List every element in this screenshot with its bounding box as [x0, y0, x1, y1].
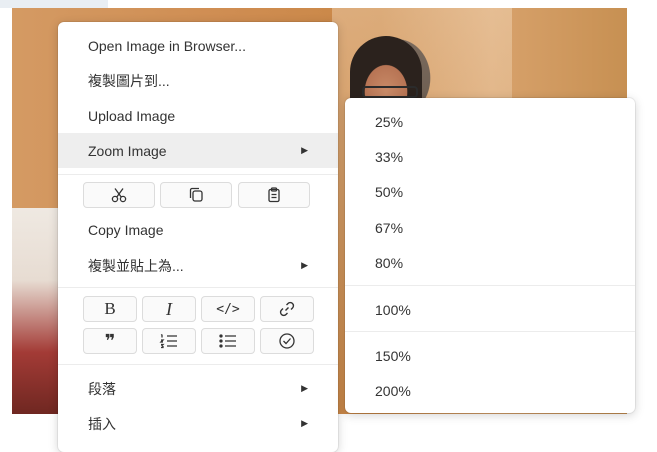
bold-button[interactable]: B [83, 296, 137, 322]
italic-icon: I [166, 298, 172, 319]
menu-separator [58, 174, 338, 175]
italic-button[interactable]: I [142, 296, 196, 322]
bullet-list-button[interactable] [201, 328, 255, 354]
menu-separator [58, 287, 338, 288]
zoom-option-label: 200% [375, 382, 411, 399]
zoom-option-label: 33% [375, 148, 404, 165]
copy-icon [189, 187, 203, 202]
menu-item-label: Open Image in Browser... [88, 37, 246, 54]
menu-item-label: Copy Image [88, 221, 164, 238]
submenu-arrow-icon: ▶ [301, 145, 308, 155]
check-circle-icon [279, 333, 295, 349]
scissors-icon [111, 188, 127, 203]
zoom-option-50[interactable]: 50% [345, 174, 635, 209]
quote-button[interactable]: ❞ [83, 328, 137, 354]
code-button[interactable]: </> [201, 296, 255, 322]
menu-item-copy-paste-as[interactable]: 複製並貼上為... ▶ [58, 248, 338, 283]
ordered-list-button[interactable] [142, 328, 196, 354]
menu-item-upload-image[interactable]: Upload Image [58, 98, 338, 133]
quote-icon: ❞ [104, 330, 116, 351]
task-list-button[interactable] [260, 328, 314, 354]
cut-button[interactable] [83, 182, 155, 208]
submenu-separator [345, 331, 635, 332]
menu-item-label: 段落 [88, 380, 116, 397]
editor-top-strip [0, 0, 108, 8]
menu-item-zoom-image[interactable]: Zoom Image ▶ [58, 133, 338, 168]
menu-item-copy-image[interactable]: Copy Image [58, 212, 338, 247]
zoom-option-label: 150% [375, 347, 411, 364]
context-menu: Open Image in Browser... 複製圖片到... Upload… [58, 22, 338, 452]
zoom-submenu: 25% 33% 50% 67% 80% 100% 150% 200% [345, 98, 635, 413]
zoom-option-80[interactable]: 80% [345, 245, 635, 280]
bold-icon: B [104, 299, 116, 318]
clipboard-paste-icon [268, 187, 280, 203]
menu-item-copy-image-to[interactable]: 複製圖片到... [58, 63, 338, 98]
menu-item-label: 複製圖片到... [88, 72, 170, 89]
menu-item-label: 插入 [88, 415, 116, 432]
bullet-list-icon [219, 334, 236, 348]
zoom-option-67[interactable]: 67% [345, 210, 635, 245]
zoom-option-label: 67% [375, 219, 404, 236]
menu-item-open-image-in-browser[interactable]: Open Image in Browser... [58, 28, 338, 63]
link-icon [279, 301, 295, 317]
zoom-option-33[interactable]: 33% [345, 139, 635, 174]
photo-glasses [362, 86, 418, 98]
zoom-option-label: 80% [375, 254, 404, 271]
menu-item-label: Zoom Image [88, 142, 167, 159]
submenu-arrow-icon: ▶ [301, 260, 308, 270]
menu-separator [58, 364, 338, 365]
menu-item-label: Upload Image [88, 107, 176, 124]
code-icon: </> [216, 301, 240, 317]
copy-button[interactable] [160, 182, 232, 208]
photo-bottom-left-objects [12, 208, 62, 414]
zoom-option-200[interactable]: 200% [345, 373, 635, 408]
zoom-option-label: 25% [375, 113, 404, 130]
ordered-list-icon [159, 334, 177, 349]
zoom-option-label: 100% [375, 301, 411, 318]
submenu-separator [345, 285, 635, 286]
zoom-option-150[interactable]: 150% [345, 338, 635, 373]
menu-item-label: 複製並貼上為... [88, 257, 184, 274]
link-button[interactable] [260, 296, 314, 322]
zoom-option-100[interactable]: 100% [345, 292, 635, 327]
menu-item-paragraph[interactable]: 段落 ▶ [58, 371, 338, 406]
zoom-option-25[interactable]: 25% [345, 104, 635, 139]
zoom-option-label: 50% [375, 183, 404, 200]
paste-button[interactable] [238, 182, 310, 208]
submenu-arrow-icon: ▶ [301, 383, 308, 393]
